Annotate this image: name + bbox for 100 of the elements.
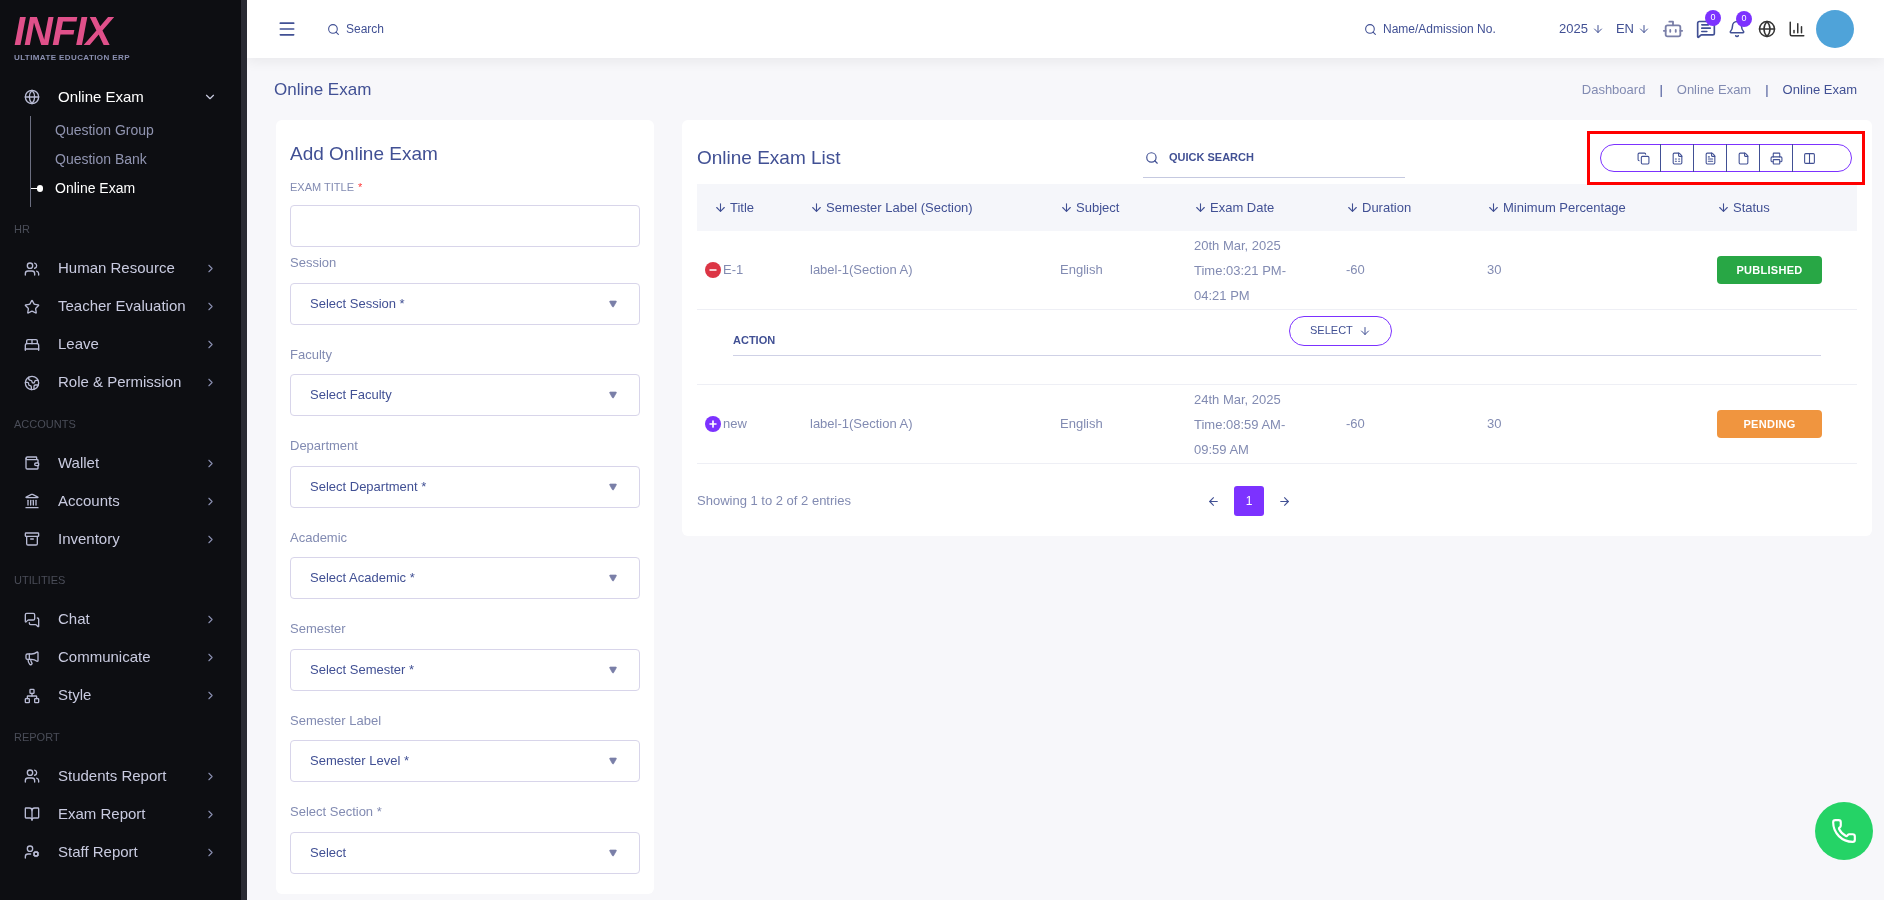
column-header[interactable]: Exam Date	[1177, 197, 1329, 218]
file-icon	[1736, 151, 1750, 165]
sort-arrow-icon	[1487, 201, 1500, 214]
print-icon	[1769, 151, 1783, 165]
required-mark: *	[358, 179, 363, 195]
sidebar-item[interactable]: Students Report	[14, 757, 217, 795]
arrow-down-icon	[1358, 324, 1371, 337]
chart-icon[interactable]	[1788, 20, 1806, 38]
previous-page-icon[interactable]	[1207, 494, 1220, 508]
notification-count-badge: 0	[1736, 11, 1752, 27]
next-page-icon[interactable]	[1278, 494, 1291, 508]
select-field[interactable]: Select Faculty	[290, 374, 640, 416]
sidebar-item[interactable]: Style	[14, 676, 217, 715]
search-icon	[327, 22, 340, 36]
avatar[interactable]	[1816, 10, 1854, 48]
sidebar-item[interactable]: Communicate	[14, 638, 217, 677]
sidebar-item-icon	[24, 89, 40, 105]
sidebar-item[interactable]: Human Resource	[14, 249, 217, 288]
expand-button[interactable]	[705, 416, 721, 432]
phone-icon	[1831, 818, 1857, 844]
sidebar-item-icon	[24, 768, 40, 784]
select-field[interactable]: Semester Level *	[290, 740, 640, 782]
select-field[interactable]: Select	[290, 831, 640, 874]
sidebar-item[interactable]: Teacher Evaluation	[14, 287, 217, 326]
menu-icon[interactable]	[277, 19, 297, 39]
sidebar-item[interactable]: Wallet	[14, 444, 217, 482]
field-label: EXAM TITLE	[290, 179, 354, 195]
sidebar-item[interactable]: Inventory	[14, 520, 217, 558]
columns-icon	[1802, 151, 1816, 165]
sidebar-item[interactable]: Accounts	[14, 482, 217, 520]
status-badge: PENDING	[1717, 410, 1822, 438]
sidebar-subitem[interactable]: Question Bank	[55, 149, 147, 170]
column-header[interactable]: Semester Label (Section)	[793, 197, 1043, 218]
search-field[interactable]: Search	[346, 20, 546, 38]
sidebar-item-icon	[24, 455, 40, 471]
column-header[interactable]: Title	[697, 197, 793, 218]
table-cell-text: 30	[1486, 415, 1503, 434]
sort-arrow-icon	[714, 201, 727, 214]
active-dot-icon	[31, 184, 43, 193]
sidebar-item-icon	[24, 493, 40, 509]
breadcrumb-separator: |	[1765, 81, 1769, 100]
language-selector[interactable]: EN	[1615, 19, 1650, 39]
text-input-field[interactable]	[290, 205, 640, 247]
field-label: Semester	[290, 620, 346, 638]
sidebar-item[interactable]: Leave	[14, 325, 217, 364]
student-search-field[interactable]: Name/Admission No.	[1383, 20, 1543, 38]
dropdown-caret-icon	[609, 757, 617, 765]
breadcrumb-separator: |	[1659, 81, 1663, 100]
collapse-button[interactable]	[705, 262, 721, 278]
table-cell-text: 09:59 AM	[1194, 440, 1250, 459]
action-label: ACTION	[733, 333, 777, 349]
select-field[interactable]: Select Semester *	[290, 648, 640, 691]
logo-tagline: ULTIMATE EDUCATION ERP	[14, 52, 130, 64]
arrow-down-icon	[1638, 23, 1650, 35]
globe-icon[interactable]	[1758, 20, 1776, 38]
select-field[interactable]: Select Session *	[290, 282, 640, 325]
sort-arrow-icon	[1060, 201, 1073, 214]
sidebar-heading: UTILITIES	[14, 573, 66, 588]
field-label: Academic	[290, 528, 348, 547]
table-cell-text: 24th Mar, 2025	[1194, 390, 1282, 409]
table-cell-text: -60	[1345, 261, 1366, 280]
table-cell-text: E-1	[723, 261, 744, 280]
table-cell-text: new	[723, 415, 747, 434]
robot-icon[interactable]	[1662, 18, 1684, 40]
sidebar-item[interactable]: Staff Report	[14, 833, 217, 871]
table-cell-text: label-1(Section A)	[809, 415, 914, 434]
sort-arrow-icon	[810, 201, 823, 214]
sidebar-item[interactable]: Online Exam	[14, 78, 217, 116]
dropdown-caret-icon	[609, 482, 617, 491]
notification-icon[interactable]	[1728, 20, 1746, 38]
sidebar-item-icon	[24, 611, 40, 628]
column-header[interactable]: Subject	[1043, 197, 1177, 218]
sidebar-item[interactable]: Chat	[14, 600, 217, 639]
dropdown-caret-icon	[609, 665, 617, 674]
sidebar-item-icon	[24, 844, 40, 860]
sidebar-subitem[interactable]: Question Group	[55, 120, 154, 141]
column-header[interactable]: Status	[1700, 197, 1857, 218]
column-header[interactable]: Duration	[1329, 197, 1470, 218]
year-selector[interactable]: 2025	[1559, 19, 1604, 39]
sidebar-item[interactable]: Exam Report	[14, 795, 217, 833]
chat-count-badge: 0	[1705, 10, 1721, 26]
column-header[interactable]: Minimum Percentage	[1470, 197, 1700, 218]
select-field[interactable]: Select Academic *	[290, 557, 640, 599]
sidebar-item[interactable]: Role & Permission	[14, 363, 217, 402]
breadcrumb-link[interactable]: Online Exam	[1782, 80, 1857, 100]
chat-icon[interactable]	[1696, 19, 1716, 39]
dropdown-caret-icon	[609, 574, 617, 582]
table-cell-text: English	[1059, 261, 1104, 280]
field-label: Department	[290, 437, 358, 455]
status-badge: PUBLISHED	[1717, 256, 1822, 284]
table-cell-text: Time:03:21 PM-	[1194, 261, 1287, 280]
dropdown-caret-icon	[609, 391, 617, 399]
copy-icon	[1637, 151, 1650, 165]
table-cell-text: 04:21 PM	[1194, 286, 1251, 305]
page-button[interactable]: 1	[1234, 486, 1264, 516]
sort-arrow-icon	[1194, 201, 1207, 214]
quick-search-field[interactable]: QUICK SEARCH	[1169, 149, 1322, 166]
select-field[interactable]: Select Department *	[290, 465, 640, 508]
sidebar-subitem[interactable]: Online Exam	[55, 178, 136, 199]
sidebar-item-icon	[24, 374, 40, 391]
